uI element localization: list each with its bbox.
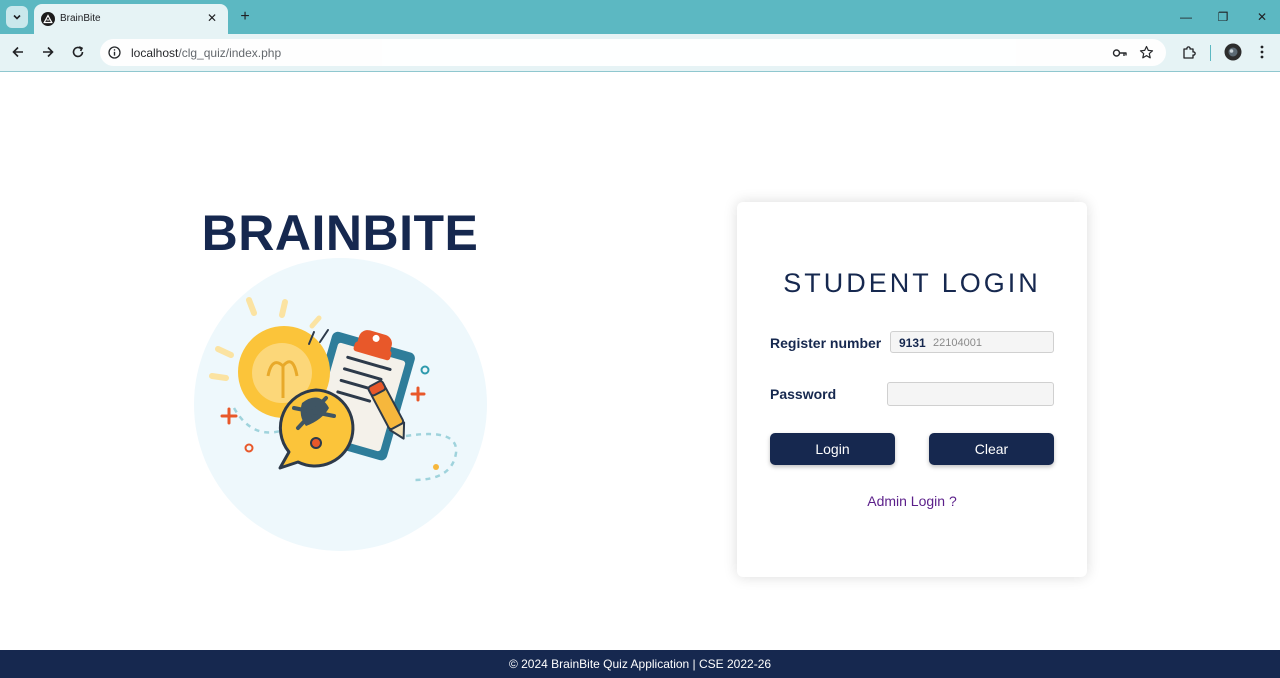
login-button[interactable]: Login [770,433,895,465]
page-footer: © 2024 BrainBite Quiz Application | CSE … [0,650,1280,678]
footer-text: © 2024 BrainBite Quiz Application | CSE … [508,657,772,671]
lightbulb-clipboard-illustration-icon [194,258,487,551]
arrow-left-icon [12,46,23,58]
arrow-right-icon [43,46,54,58]
tab-strip: BrainBite ✕ + — ❐ ✕ [0,0,1280,34]
password-input[interactable] [894,388,1046,401]
register-number-field[interactable]: 9131 [890,331,1054,353]
browser-tab-active[interactable]: BrainBite ✕ [34,4,228,34]
tab-search-button[interactable] [6,6,28,28]
password-field[interactable] [887,382,1054,406]
window-restore-button[interactable]: ❐ [1213,8,1233,26]
site-info-icon[interactable] [108,46,121,59]
password-label: Password [770,386,837,402]
url-path: /clg_quiz/index.php [178,46,282,60]
brand-title: BRAINBITE [201,205,479,261]
avatar-icon [1224,43,1242,61]
address-url[interactable]: localhost/clg_quiz/index.php [131,46,281,60]
register-number-label: Register number [770,335,882,351]
puzzle-icon [1182,45,1196,59]
browser-menu-button[interactable] [1252,42,1272,62]
clear-button[interactable]: Clear [929,433,1054,465]
reload-button[interactable] [68,42,88,62]
tab-close-icon[interactable]: ✕ [204,10,220,26]
more-vertical-icon [1260,45,1264,59]
brainbite-favicon-icon [41,12,55,26]
student-login-card: STUDENT LOGIN Register number 9131 Passw… [737,202,1087,577]
admin-login-link[interactable]: Admin Login ? [737,493,1087,509]
tab-title: BrainBite [60,13,101,24]
window-close-button[interactable]: ✕ [1252,8,1272,26]
url-host: localhost [131,46,179,60]
forward-button[interactable] [38,42,58,62]
register-prefix: 9131 [899,336,926,350]
bookmark-star-icon[interactable] [1139,45,1154,60]
register-number-input[interactable] [933,336,1045,349]
address-bar[interactable]: localhost/clg_quiz/index.php [100,39,1166,66]
reload-icon [72,46,84,58]
browser-chrome: BrainBite ✕ + — ❐ ✕ localhost/clg_quiz/i… [0,0,1280,72]
new-tab-button[interactable]: + [236,8,254,26]
toolbar-separator [1210,45,1211,61]
browser-toolbar: localhost/clg_quiz/index.php [0,34,1280,72]
back-button[interactable] [8,42,28,62]
extensions-button[interactable] [1179,42,1199,62]
profile-avatar[interactable] [1223,42,1243,62]
window-minimize-button[interactable]: — [1176,8,1196,26]
chevron-down-icon [13,14,21,20]
password-key-icon[interactable] [1112,46,1128,60]
login-title: STUDENT LOGIN [783,268,1041,298]
